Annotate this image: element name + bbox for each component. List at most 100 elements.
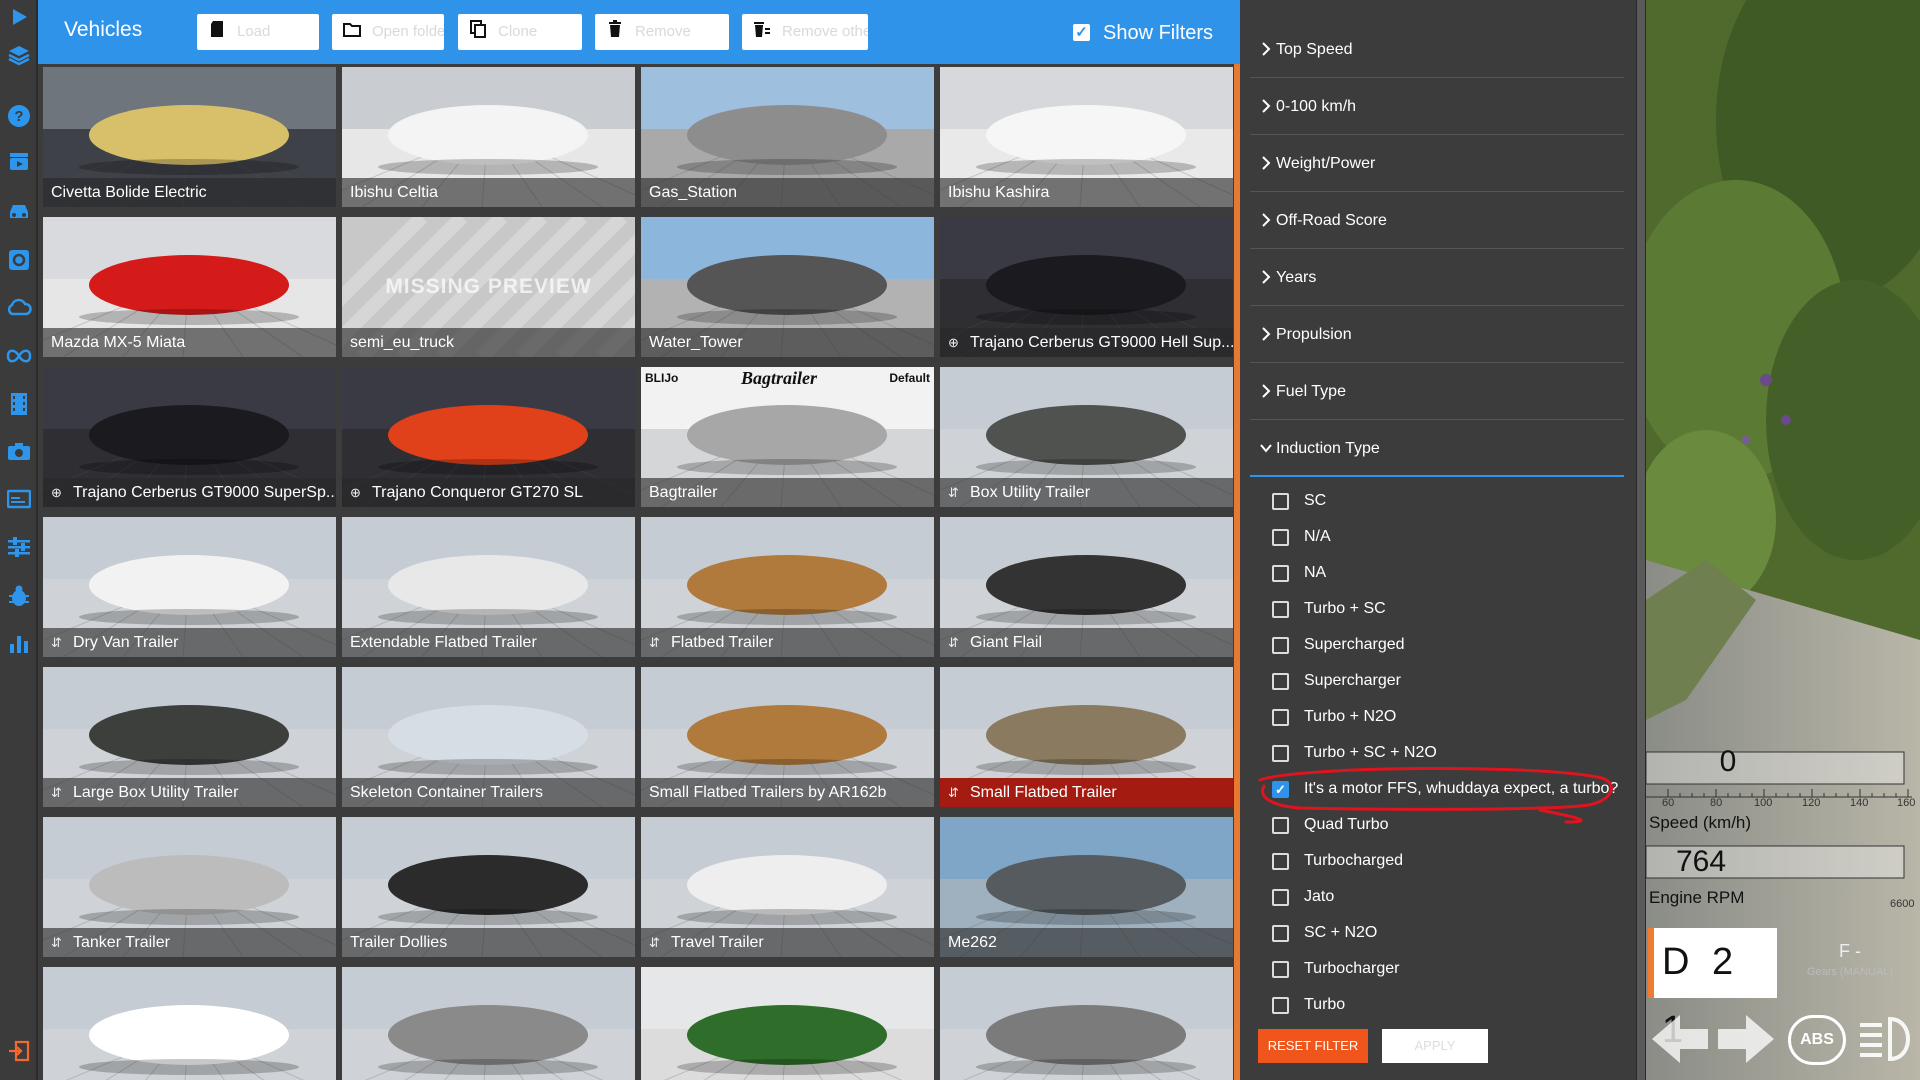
vehicle-tile[interactable]: Civetta Bolide Electric	[43, 67, 336, 207]
apply-filter-button[interactable]: APPLY	[1382, 1029, 1488, 1063]
checkbox[interactable]	[1272, 637, 1289, 654]
vehicle-tile[interactable]	[342, 967, 635, 1080]
induction-option-label: Turbocharger	[1304, 960, 1400, 977]
gear-box-icon[interactable]	[5, 248, 32, 275]
checkbox[interactable]	[1272, 493, 1289, 510]
cloud-icon[interactable]	[5, 296, 32, 323]
vehicle-tile[interactable]	[43, 967, 336, 1080]
filter-section-fuel-type[interactable]: Fuel Type	[1250, 363, 1624, 420]
vehicle-tile[interactable]: Mazda MX-5 Miata	[43, 217, 336, 357]
checkbox[interactable]	[1272, 565, 1289, 582]
induction-option[interactable]: Turbocharged	[1272, 849, 1403, 873]
vehicle-name-text: Small Flatbed Trailer	[970, 784, 1117, 801]
layers-icon[interactable]	[5, 44, 32, 71]
checkbox[interactable]	[1272, 889, 1289, 906]
filter-section-off-road-score[interactable]: Off-Road Score	[1250, 192, 1624, 249]
vehicle-tile[interactable]: ⇵ Flatbed Trailer	[641, 517, 934, 657]
filter-section-induction-type[interactable]: Induction Type	[1250, 420, 1624, 477]
clapper-icon[interactable]	[5, 150, 32, 177]
arrow-right-icon[interactable]	[1716, 1011, 1776, 1071]
checkbox[interactable]	[1272, 529, 1289, 546]
induction-option[interactable]: Turbocharger	[1272, 957, 1399, 981]
induction-option-label: SC + N2O	[1304, 924, 1378, 941]
vehicle-tile[interactable]: ⊕ Trajano Cerberus GT9000 Hell Sup...	[940, 217, 1233, 357]
induction-option[interactable]: Turbo	[1272, 993, 1345, 1017]
checkbox[interactable]	[1272, 961, 1289, 978]
induction-option[interactable]: Supercharged	[1272, 633, 1405, 657]
induction-option[interactable]: NA	[1272, 561, 1326, 585]
remove-others-button[interactable]: Remove others	[742, 14, 868, 50]
headlight-icon[interactable]	[1856, 1011, 1916, 1071]
vehicle-tile[interactable]: ⇵ Large Box Utility Trailer	[43, 667, 336, 807]
load-button[interactable]: Load	[197, 14, 319, 50]
checkbox[interactable]	[1272, 709, 1289, 726]
vehicle-tile[interactable]	[940, 967, 1233, 1080]
vehicle-tile[interactable]: ⇵ Giant Flail	[940, 517, 1233, 657]
vehicle-tile[interactable]: ⇵ Small Flatbed Trailer	[940, 667, 1233, 807]
vehicle-tile[interactable]: Gas_Station	[641, 67, 934, 207]
remove-button[interactable]: Remove	[595, 14, 729, 50]
play-icon[interactable]	[5, 6, 32, 33]
vehicle-tile[interactable]: Small Flatbed Trailers by AR162b	[641, 667, 934, 807]
filter-scrollbar[interactable]	[1636, 0, 1646, 1080]
induction-option[interactable]: SC	[1272, 489, 1326, 513]
arrow-left-icon[interactable]	[1650, 1011, 1710, 1071]
induction-option-label: Turbo + SC	[1304, 600, 1386, 617]
induction-option[interactable]: Turbo + N2O	[1272, 705, 1396, 729]
vehicle-tile[interactable]: ⇵ Box Utility Trailer	[940, 367, 1233, 507]
vehicle-name: ⇵ Large Box Utility Trailer	[43, 778, 336, 807]
vehicle-tile[interactable]: Trailer Dollies	[342, 817, 635, 957]
svg-text:?: ?	[14, 108, 23, 125]
vehicle-tile[interactable]	[641, 967, 934, 1080]
car-icon[interactable]	[5, 200, 32, 227]
induction-option[interactable]: SC + N2O	[1272, 921, 1377, 945]
film-icon[interactable]	[5, 392, 32, 419]
open-folder-button[interactable]: Open folder	[332, 14, 444, 50]
vehicle-name-text: Mazda MX-5 Miata	[51, 334, 186, 351]
filter-section-years[interactable]: Years	[1250, 249, 1624, 306]
vehicle-tile[interactable]: ⊕ Trajano Cerberus GT9000 SuperSp...	[43, 367, 336, 507]
filter-section-0-100-km-h[interactable]: 0-100 km/h	[1250, 78, 1624, 135]
help-icon[interactable]: ?	[5, 104, 32, 131]
checkbox[interactable]	[1272, 925, 1289, 942]
vehicle-tile[interactable]: Ibishu Kashira	[940, 67, 1233, 207]
vehicle-preview	[940, 967, 1233, 1080]
filter-section-propulsion[interactable]: Propulsion	[1250, 306, 1624, 363]
vehicle-tile[interactable]: Ibishu Celtia	[342, 67, 635, 207]
checkbox[interactable]	[1272, 997, 1289, 1014]
induction-option[interactable]: Jato	[1272, 885, 1334, 909]
mod-icon: ⊕	[350, 485, 361, 500]
vehicle-tile[interactable]: Extendable Flatbed Trailer	[342, 517, 635, 657]
vehicle-tile[interactable]: Me262	[940, 817, 1233, 957]
vehicle-tile[interactable]: ⇵ Tanker Trailer	[43, 817, 336, 957]
induction-option[interactable]: Supercharger	[1272, 669, 1401, 693]
vehicle-tile[interactable]: BLIJo Bagtrailer Default Bagtrailer	[641, 367, 934, 507]
game-viewport[interactable]: 0 60 80 100 120 140 160 Speed (km/h) 764…	[1646, 0, 1920, 1080]
vehicle-tile[interactable]: MISSING PREVIEW semi_eu_truck	[342, 217, 635, 357]
clone-button[interactable]: Clone	[458, 14, 582, 50]
vehicle-tile[interactable]: ⇵ Dry Van Trailer	[43, 517, 336, 657]
checkbox[interactable]	[1272, 673, 1289, 690]
show-filters-checkbox[interactable]: ✓	[1073, 24, 1090, 41]
bug-icon[interactable]	[5, 584, 32, 611]
reset-filter-button[interactable]: RESET FILTER	[1258, 1029, 1368, 1063]
filter-scrollbar-thumb[interactable]	[1637, 0, 1645, 1080]
filter-section-weight-power[interactable]: Weight/Power	[1250, 135, 1624, 192]
vehicle-tile[interactable]: ⊕ Trajano Conqueror GT270 SL	[342, 367, 635, 507]
vehicle-tile[interactable]: Skeleton Container Trailers	[342, 667, 635, 807]
induction-option[interactable]: Turbo + SC	[1272, 597, 1386, 621]
checkbox[interactable]	[1272, 601, 1289, 618]
filter-section-top-speed[interactable]: Top Speed	[1250, 21, 1624, 78]
vehicle-tile[interactable]: ⇵ Travel Trailer	[641, 817, 934, 957]
screen-icon[interactable]	[5, 488, 32, 515]
bar-chart-icon[interactable]	[5, 632, 32, 659]
exit-icon[interactable]	[5, 1040, 32, 1067]
camera-icon[interactable]	[5, 440, 32, 467]
induction-option[interactable]: N/A	[1272, 525, 1331, 549]
checkbox[interactable]	[1272, 853, 1289, 870]
sliders-icon[interactable]	[5, 536, 32, 563]
infinity-icon[interactable]	[5, 344, 32, 371]
show-filters-toggle[interactable]: ✓ Show Filters	[1073, 20, 1213, 46]
abs-icon[interactable]: ABS	[1788, 1015, 1846, 1065]
vehicle-tile[interactable]: Water_Tower	[641, 217, 934, 357]
